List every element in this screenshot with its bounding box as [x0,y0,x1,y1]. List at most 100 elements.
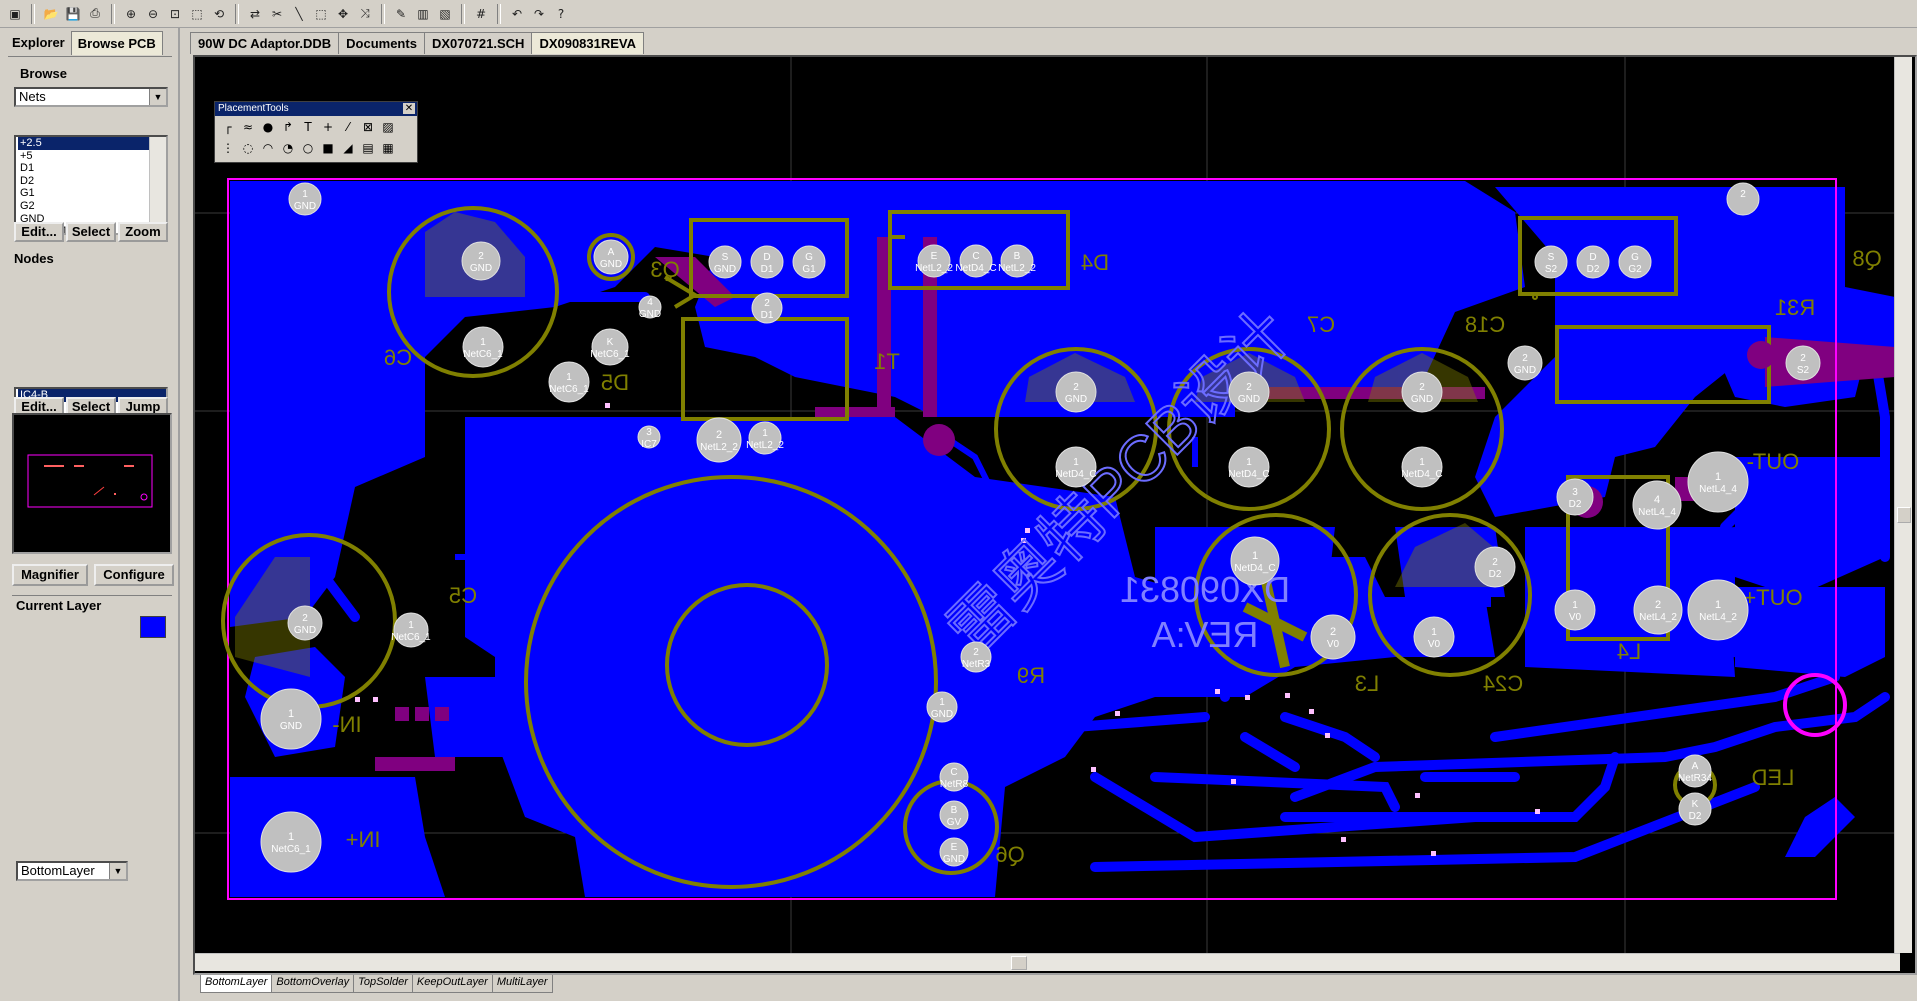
new-icon[interactable]: ▣ [5,4,25,24]
pad[interactable]: 1NetC6_1 [462,326,504,368]
chevron-down-icon[interactable]: ▼ [109,863,126,879]
origin-icon[interactable]: ⋮ [218,139,238,157]
net-list-item[interactable]: G2 [18,200,166,213]
doc-tab[interactable]: Documents [338,32,425,54]
pad[interactable]: 1V0 [1413,616,1455,658]
component-designator[interactable]: C18 [1465,312,1505,337]
draw-icon[interactable]: ╲ [289,4,309,24]
grid-icon[interactable]: # [471,4,491,24]
pad[interactable]: 1GND [288,182,322,216]
pad[interactable]: 2 [1726,182,1760,216]
component-designator[interactable]: OUT- [1747,449,1800,474]
pad[interactable]: SS2 [1534,245,1568,279]
pad[interactable]: 1NetD4_C [1055,446,1097,488]
component-designator[interactable]: T1 [874,349,900,374]
pad[interactable]: 4NetL4_4 [1632,480,1682,530]
undo-icon[interactable]: ↶ [507,4,527,24]
pad[interactable]: 1NetD4_C [1228,446,1270,488]
component-icon[interactable]: ⊠ [358,118,378,136]
component-designator[interactable]: C5 [449,583,477,608]
print-icon[interactable]: ⎙ [85,4,105,24]
pad[interactable]: BGV [939,800,969,830]
pad[interactable]: 1NetC6_1 [391,612,431,648]
component-designator[interactable]: R31 [1775,295,1815,320]
pad[interactable]: 1NetC6_1 [548,361,590,403]
pad[interactable]: 2S2 [1785,345,1821,381]
edit-net-button[interactable]: Edit... [14,222,64,242]
track-icon[interactable]: ≈ [238,118,258,136]
component-designator[interactable]: D5 [601,370,629,395]
pad[interactable]: 2GND [1228,371,1270,413]
pad[interactable]: 2V0 [1310,614,1356,660]
layer-tab[interactable]: MultiLayer [491,975,553,993]
doc-tab[interactable]: DX090831REVA [531,32,645,54]
move-icon[interactable]: ✥ [333,4,353,24]
select-area-icon[interactable]: ⬚ [311,4,331,24]
layer-tab[interactable]: KeepOutLayer [411,975,493,993]
zoom-area-icon[interactable]: ⬚ [187,4,207,24]
array-icon[interactable]: ▦ [378,139,398,157]
zoom-previous-icon[interactable]: ⟲ [209,4,229,24]
fill-icon[interactable]: ▨ [378,118,398,136]
pad[interactable]: GG1 [792,245,826,279]
pad[interactable]: 2GND [461,241,501,281]
pad[interactable]: GG2 [1618,245,1652,279]
full-circle-icon[interactable]: ○ [298,139,318,157]
string-icon[interactable]: T [298,118,318,136]
pad[interactable]: 1NetL4_4 [1687,451,1749,513]
pad[interactable]: 2NetL4_2 [1633,585,1683,635]
cross-probe-icon[interactable]: ⇄ [245,4,265,24]
component-designator[interactable]: Q3 [650,257,679,282]
dimension-icon[interactable]: ⁄ [338,118,358,136]
layer-tab[interactable]: BottomOverlay [271,975,355,993]
net-list-item[interactable]: D1 [18,162,166,175]
component-designator[interactable]: C24 [1483,671,1523,696]
close-icon[interactable]: ✕ [403,103,415,114]
arc-any-icon[interactable]: ◔ [278,139,298,157]
pad[interactable]: KD2 [1678,792,1712,826]
nets-list-scrollbar[interactable] [149,137,166,233]
horizontal-scrollbar[interactable] [195,953,1900,971]
net-list-item[interactable]: +5 [18,150,166,163]
pad[interactable]: 1NetC6_1 [260,811,322,873]
select-net-button[interactable]: Select [66,222,116,242]
pad[interactable]: 3IC7 [637,425,661,450]
component-designator[interactable]: D4 [1081,250,1109,275]
pencil-icon[interactable]: ✎ [391,4,411,24]
pad[interactable]: DD1 [750,245,784,279]
pad[interactable]: 1GND [260,688,322,750]
component-designator[interactable]: R9 [1017,663,1045,688]
net-list-item[interactable]: D2 [18,175,166,188]
placement-tools-window[interactable]: PlacementTools ✕ ┌ ≈ ● ↱ T + ⁄ ⊠ ▨ ⋮ ◌ ◠… [214,101,418,163]
pad-icon[interactable]: ● [258,118,278,136]
browse-library-icon[interactable]: ▧ [435,4,455,24]
open-icon[interactable]: 📂 [41,4,61,24]
via-icon[interactable]: ↱ [278,118,298,136]
component-designator[interactable]: C6 [384,345,412,370]
pad[interactable]: EGND [939,837,969,867]
pad[interactable]: SGND [708,245,742,279]
board-minimap[interactable] [12,413,172,554]
browse-type-select[interactable]: Nets ▼ [14,87,168,107]
component-designator[interactable]: C7 [1307,312,1335,337]
component-designator[interactable]: L3 [1355,671,1379,696]
chevron-down-icon[interactable]: ▼ [149,89,166,105]
pad[interactable]: 2GND [287,605,323,641]
pcb-canvas[interactable]: Q3 D4 D5 C6 T1 C7 C18 Q8 R31 OUT- OUT+ C5 IN- IN+ L3 C2… [193,55,1917,975]
rectangle-fill-icon[interactable]: ■ [318,139,338,157]
magnifier-button[interactable]: Magnifier [12,564,88,586]
pad[interactable]: 1NetD4_C [1230,536,1280,586]
help-icon[interactable]: ? [551,4,571,24]
net-list-item[interactable]: +2.5 [18,137,166,150]
component-designator[interactable]: IN+ [346,827,381,852]
pad[interactable]: 2D2 [1474,546,1516,588]
layer-tab[interactable]: TopSolder [353,975,413,993]
component-designator[interactable]: OUT+ [1743,585,1802,610]
pad[interactable]: 1NetD4_C [1401,446,1443,488]
pad[interactable]: 2NetL2_2 [696,417,742,463]
layer-tab[interactable]: BottomLayer [200,975,273,993]
tab-browse-pcb[interactable]: Browse PCB [70,31,163,55]
library-icon[interactable]: ▥ [413,4,433,24]
pad[interactable]: 2GND [1401,371,1443,413]
component-designator[interactable]: Q8 [1852,246,1881,271]
